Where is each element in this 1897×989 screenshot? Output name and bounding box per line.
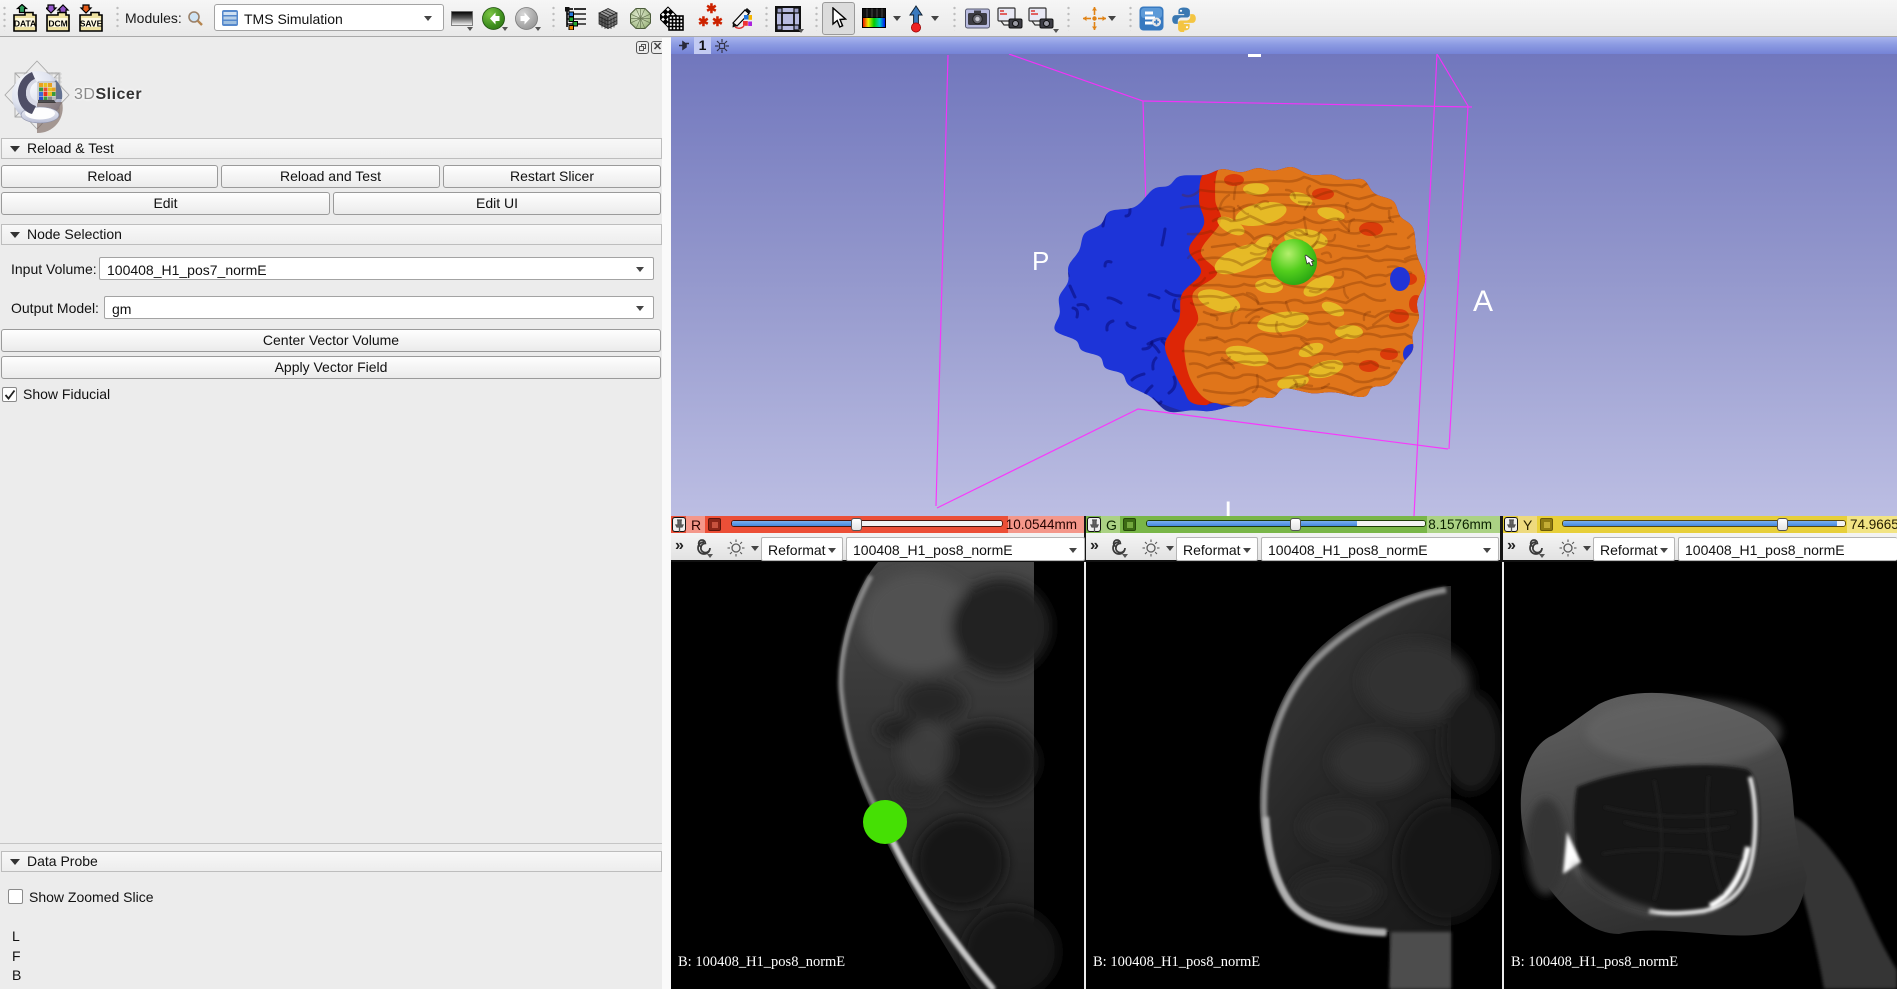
svg-text:DCM: DCM [48, 19, 67, 29]
svg-text:A: A [1473, 285, 1493, 318]
svg-text:SAVE: SAVE [80, 19, 103, 29]
svg-text:I: I [1224, 496, 1232, 516]
svg-text:B: 100408_H1_pos8_normE: B: 100408_H1_pos8_normE [1511, 954, 1678, 970]
svg-text:B: 100408_H1_pos8_normE: B: 100408_H1_pos8_normE [1093, 954, 1260, 970]
svg-text:P: P [1032, 246, 1049, 276]
svg-text:B: 100408_H1_pos8_normE: B: 100408_H1_pos8_normE [678, 954, 845, 970]
svg-text:DATA: DATA [14, 19, 36, 29]
